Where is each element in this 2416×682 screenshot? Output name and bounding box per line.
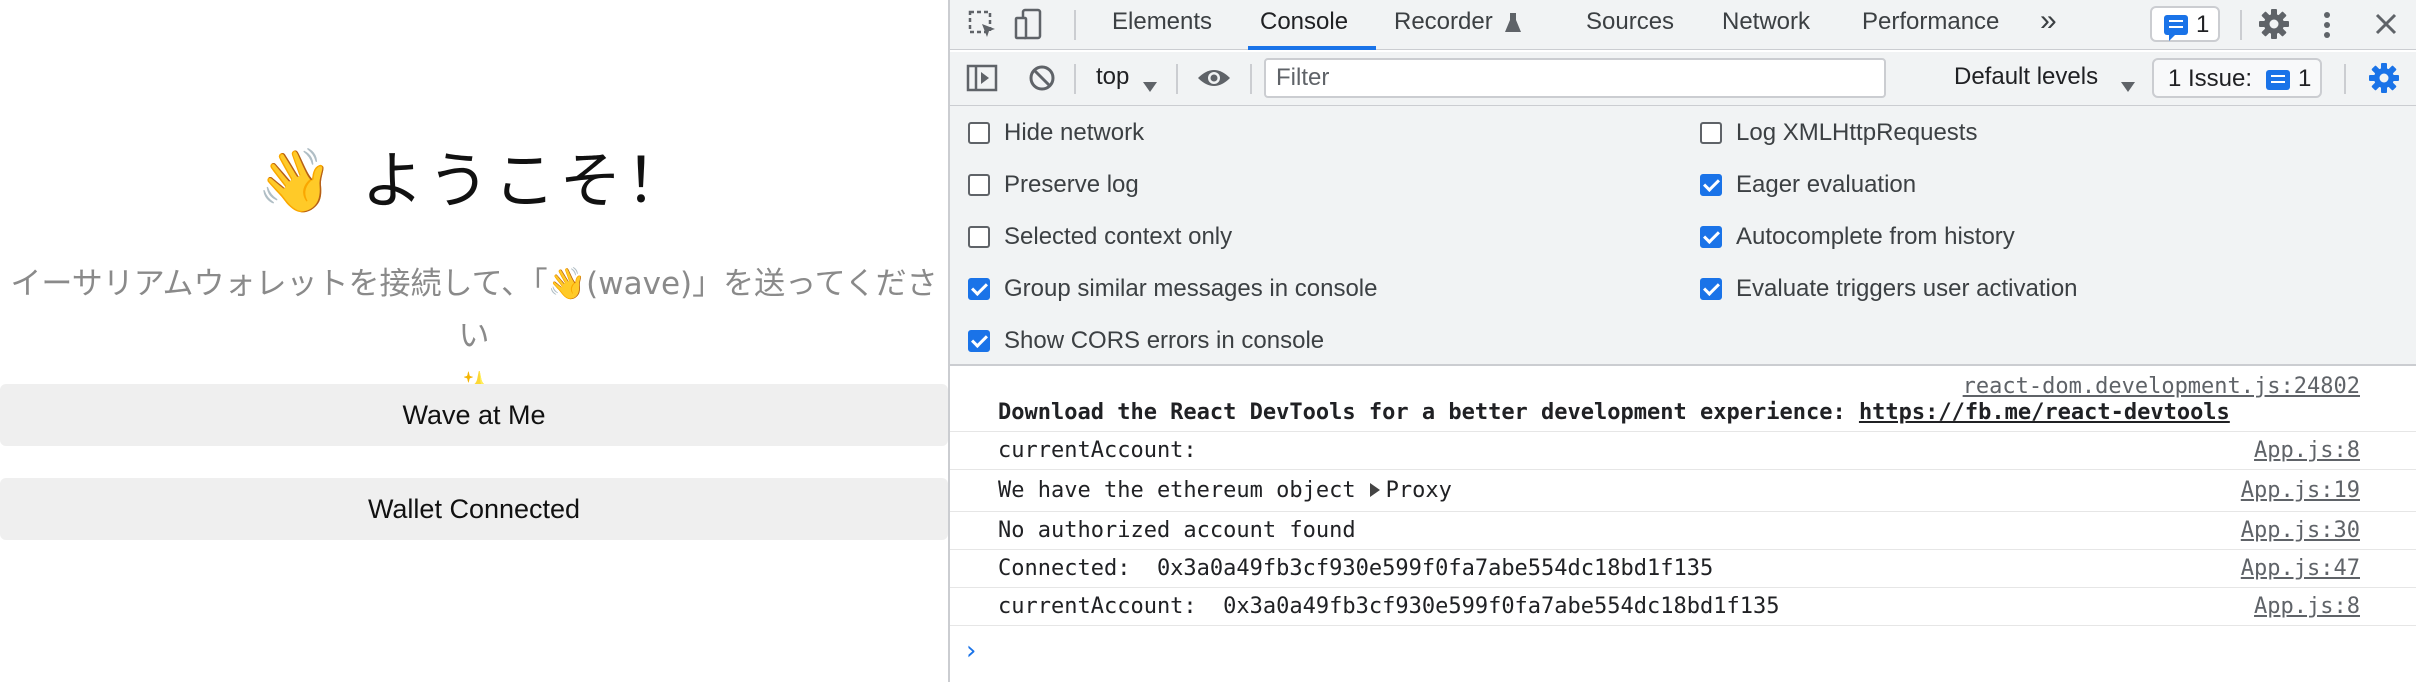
wave-button[interactable]: Wave at Me (0, 384, 948, 446)
web-app-pane: 👋 ようこそ！ イーサリアムウォレットを接続して、「👋(wave)」を送ってくだ… (0, 0, 948, 682)
console-message: We have the ethereum object Proxy App.js:… (950, 470, 2416, 512)
message-text: Download the React DevTools for a better… (998, 400, 2230, 425)
issues-count: 1 (2298, 65, 2312, 92)
close-icon[interactable] (2374, 12, 2398, 43)
option-label: Hide network (1004, 119, 1145, 146)
filter-input-wrapper (1264, 58, 1886, 98)
chevron-down-icon (1142, 72, 1158, 100)
separator (2240, 10, 2242, 40)
message-body: Download the React DevTools for a better… (998, 400, 1859, 425)
message-text: No authorized account found (998, 518, 1356, 543)
issues-label: 1 Issue: (2168, 65, 2253, 92)
device-toolbar-icon[interactable] (1014, 8, 1044, 47)
tab-recorder[interactable]: Recorder (1394, 8, 1493, 36)
message-text: Connected: 0x3a0a49fb3cf930e599f0fa7abe5… (998, 556, 1714, 581)
filter-input[interactable] (1266, 60, 1884, 96)
message-text: currentAccount: 0x3a0a49fb3cf930e599f0fa… (998, 594, 1780, 619)
console-message: react-dom.development.js:24802 Download … (950, 368, 2416, 432)
selected-context-checkbox[interactable] (968, 226, 990, 248)
tab-network[interactable]: Network (1722, 8, 1810, 36)
option-label: Group similar messages in console (1004, 275, 1378, 302)
separator (1074, 64, 1076, 94)
source-link[interactable]: App.js:47 (2241, 556, 2360, 581)
tab-sources[interactable]: Sources (1586, 8, 1674, 36)
separator (1250, 64, 1252, 94)
active-tab-indicator (1248, 46, 1376, 50)
tab-performance[interactable]: Performance (1862, 8, 1999, 36)
live-expression-eye-icon[interactable] (1196, 66, 1232, 97)
separator (1176, 64, 1178, 94)
hide-network-checkbox[interactable] (968, 122, 990, 144)
flask-icon (1504, 12, 1522, 41)
source-link[interactable]: App.js:30 (2241, 518, 2360, 543)
autocomplete-checkbox[interactable] (1700, 226, 1722, 248)
console-settings-gear-icon[interactable] (2368, 62, 2400, 101)
context-selector[interactable]: top (1096, 63, 1129, 91)
devtools-panel: Elements Console Recorder Sources Networ… (948, 0, 2416, 682)
tab-elements[interactable]: Elements (1112, 8, 1212, 36)
devtools-link[interactable]: https://fb.me/react-devtools (1859, 400, 2230, 425)
more-options-icon[interactable] (2322, 10, 2332, 47)
group-similar-checkbox[interactable] (968, 278, 990, 300)
message-icon (2164, 15, 2188, 41)
preserve-log-checkbox[interactable] (968, 174, 990, 196)
message-body: We have the ethereum object (998, 478, 1356, 503)
console-settings-pane: Hide network Preserve log Selected conte… (950, 106, 2416, 366)
console-output: react-dom.development.js:24802 Download … (950, 368, 2416, 682)
expand-triangle-icon[interactable] (1369, 483, 1380, 497)
proxy-object[interactable]: Proxy (1386, 478, 1452, 503)
log-levels-dropdown[interactable]: Default levels (1954, 63, 2098, 91)
option-label: Evaluate triggers user activation (1736, 275, 2078, 302)
devtools-tab-bar: Elements Console Recorder Sources Networ… (950, 0, 2416, 50)
message-count: 1 (2196, 11, 2210, 38)
option-label: Eager evaluation (1736, 171, 1917, 198)
console-message: currentAccount: App.js:8 (950, 432, 2416, 470)
more-tabs-icon[interactable]: » (2040, 4, 2057, 38)
console-message: currentAccount: 0x3a0a49fb3cf930e599f0fa… (950, 588, 2416, 626)
messages-badge[interactable]: 1 (2150, 6, 2220, 42)
separator (1074, 10, 1076, 40)
issue-message-icon (2266, 70, 2290, 90)
eager-evaluation-checkbox[interactable] (1700, 174, 1722, 196)
description-line: イーサリアムウォレットを接続して、「👋(wave)」を送ってください (10, 266, 938, 354)
console-prompt-icon[interactable]: › (966, 636, 976, 666)
welcome-heading: 👋 ようこそ！ (256, 144, 692, 217)
source-link[interactable]: App.js:8 (2254, 594, 2360, 619)
option-label: Autocomplete from history (1736, 223, 2015, 250)
option-label: Log XMLHttpRequests (1736, 119, 1978, 146)
source-link[interactable]: react-dom.development.js:24802 (1963, 374, 2360, 399)
chevron-down-icon (2120, 72, 2136, 100)
log-xhr-checkbox[interactable] (1700, 122, 1722, 144)
message-text: currentAccount: (998, 438, 1210, 463)
option-label: Show CORS errors in console (1004, 327, 1325, 354)
source-link[interactable]: App.js:8 (2254, 438, 2360, 463)
separator (2344, 64, 2346, 94)
sidebar-toggle-icon[interactable] (966, 64, 998, 99)
option-label: Selected context only (1004, 223, 1233, 250)
console-message: Connected: 0x3a0a49fb3cf930e599f0fa7abe5… (950, 550, 2416, 588)
inspect-element-icon[interactable] (968, 10, 998, 47)
console-message: No authorized account found App.js:30 (950, 512, 2416, 550)
issues-button[interactable]: 1 Issue: 1 (2152, 58, 2322, 98)
evaluate-triggers-checkbox[interactable] (1700, 278, 1722, 300)
console-toolbar: top Default levels 1 Issue: 1 (950, 52, 2416, 106)
wallet-connected-button[interactable]: Wallet Connected (0, 478, 948, 540)
message-text: We have the ethereum object Proxy (998, 478, 1452, 503)
tab-console[interactable]: Console (1260, 8, 1348, 36)
clear-console-icon[interactable] (1028, 64, 1056, 99)
settings-gear-icon[interactable] (2258, 8, 2290, 47)
option-label: Preserve log (1004, 171, 1139, 198)
source-link[interactable]: App.js:19 (2241, 478, 2360, 503)
show-cors-checkbox[interactable] (968, 330, 990, 352)
